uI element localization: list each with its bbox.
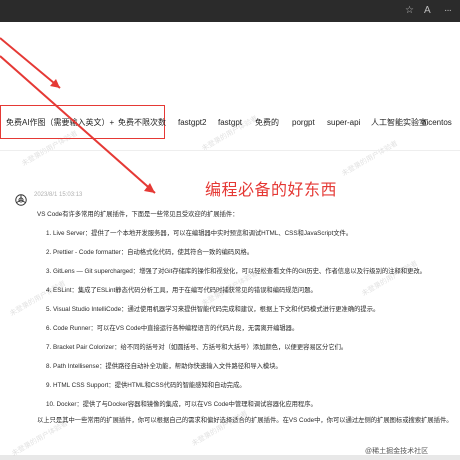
list-item: 2. Prettier - Code formatter：自动格式化代码，使其符… <box>46 249 254 256</box>
list-item: 7. Bracket Pair Colorizer：给不同的括号对（如圆括号、方… <box>46 344 348 351</box>
tab-free[interactable]: 免费的 <box>255 118 279 128</box>
tab-aicentos[interactable]: aicentos <box>422 118 452 128</box>
tab-porgpt[interactable]: porgpt <box>292 118 315 128</box>
list-item: 4. ESLint：集成了ESLint静态代码分析工具，用于在编写代码时捕获常见… <box>46 287 317 294</box>
tab-unlimited[interactable]: 免费不限次数 <box>118 118 166 128</box>
star-icon[interactable]: ☆ <box>405 5 414 17</box>
more-icon[interactable]: ··· <box>444 5 452 17</box>
tab-ai-lab[interactable]: 人工智能实验室 <box>371 118 427 128</box>
message-timestamp: 2023/8/1 15:03:13 <box>34 192 83 198</box>
tab-super-api[interactable]: super-api <box>327 118 360 128</box>
list-item: 1. Live Server：提供了一个本地开发服务器，可以在编辑器中实时预览和… <box>46 230 353 237</box>
list-item: 10. Docker：提供了与Docker容器和镜像的集成，可以在VS Code… <box>46 401 317 408</box>
tab-fastgpt2[interactable]: fastgpt2 <box>178 118 206 128</box>
list-item: 5. Visual Studio IntelliCode：通过使用机器学习来提供… <box>46 306 380 313</box>
list-item: 8. Path Intellisense：提供路径自动补全功能，帮助你快速输入文… <box>46 363 282 370</box>
list-item: 6. Code Runner：可以在VS Code中直接运行各种编程语言的代码片… <box>46 325 299 332</box>
annotation-text: 编程必备的好东西 <box>205 182 338 199</box>
list-item: 3. GitLens — Git supercharged：增强了对Git存储库… <box>46 268 426 275</box>
browser-toolbar: ☆ A ··· <box>0 0 460 22</box>
divider <box>0 150 460 151</box>
chatgpt-logo-icon <box>15 194 27 206</box>
footer-watermark: @稀土掘金技术社区 <box>365 448 429 455</box>
message-intro: VS Code有许多常用的扩展插件，下面是一些常见且受欢迎的扩展插件： <box>37 211 239 218</box>
tab-fastgpt[interactable]: fastgpt <box>218 118 242 128</box>
list-item: 9. HTML CSS Support：提供HTML和CSS代码的智能感知和自动… <box>46 382 246 389</box>
tab-ai-drawing[interactable]: 免费AI作图（需要输入英文）+ <box>6 118 114 128</box>
tab-bar: 免费AI作图（需要输入英文）+ 免费不限次数 fastgpt2 fastgpt … <box>0 105 460 139</box>
message-outro: 以上只是其中一些常用的扩展插件，你可以根据自己的需求和偏好选择适合的扩展插件。在… <box>37 417 453 424</box>
font-size-icon[interactable]: A <box>424 5 431 17</box>
